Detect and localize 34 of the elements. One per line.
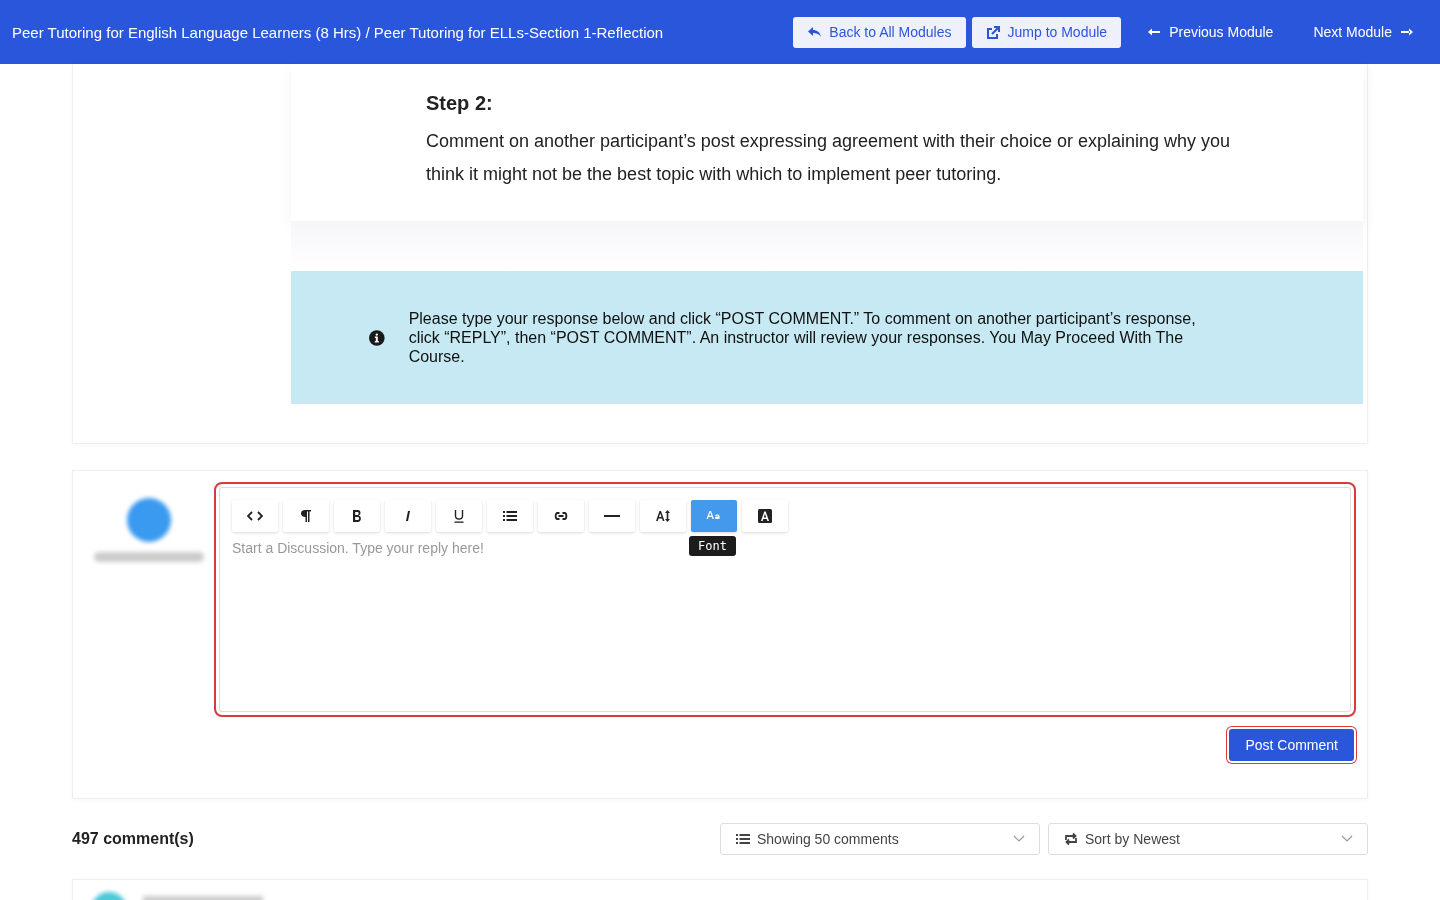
breadcrumb: Peer Tutoring for English Language Learners (8 Hrs) / Peer Tutoring for ELLs-Section 1-Reflection: [12, 23, 664, 41]
color-tool-button[interactable]: [742, 500, 788, 532]
next-button[interactable]: Next Module: [1299, 16, 1428, 48]
list-icon: [735, 831, 751, 847]
step-text: Comment on another participant’s post expressing agreement with their choice or explaining why you think it might not be the best topic with which to implement peer tutoring.: [426, 130, 1232, 186]
rule-tool-button[interactable]: [589, 500, 635, 532]
horizontal-rule-icon: [604, 515, 620, 517]
paragraph-icon: [298, 508, 314, 524]
bold-tool-button[interactable]: [334, 500, 380, 532]
repeat-arrows-icon: [1063, 831, 1079, 847]
sort-dropdown[interactable]: Sort by Newest: [1048, 823, 1368, 855]
notice-text: Please type your response below and click “POST COMMENT.” To comment on another participant’s response, click “REPLY”, then “POST COMMENT”. An instructor will review your responses. You May Proceed With The Course.: [408, 309, 1197, 366]
size-tool-button[interactable]: [640, 500, 686, 532]
comment-count: 497 comment(s): [72, 830, 194, 848]
text-size-icon: [655, 508, 671, 524]
paragraph-tool-button[interactable]: [283, 500, 329, 532]
tooltip: Font: [689, 536, 736, 556]
list-tool-button[interactable]: [487, 500, 533, 532]
prev-button[interactable]: Previous Module: [1133, 16, 1288, 48]
chevron-down-icon: [1013, 835, 1025, 843]
chevron-down-icon: [1341, 835, 1353, 843]
post-comment-button[interactable]: Post Comment: [1229, 729, 1354, 761]
list-icon: [502, 508, 518, 524]
step-heading: Step 2:: [426, 92, 494, 115]
text-color-icon: [757, 508, 773, 524]
link-tool-button[interactable]: [538, 500, 584, 532]
code-tool-button[interactable]: [232, 500, 278, 532]
back-button[interactable]: Back to All Modules: [793, 16, 966, 48]
underline-tool-button[interactable]: [436, 500, 482, 532]
external-link-icon: [985, 25, 1000, 39]
comments-per-page-dropdown[interactable]: Showing 50 comments: [720, 823, 1040, 855]
reply-arrow-icon: [807, 25, 822, 39]
avatar: [127, 498, 171, 542]
jump-button[interactable]: Jump to Module: [971, 16, 1122, 48]
